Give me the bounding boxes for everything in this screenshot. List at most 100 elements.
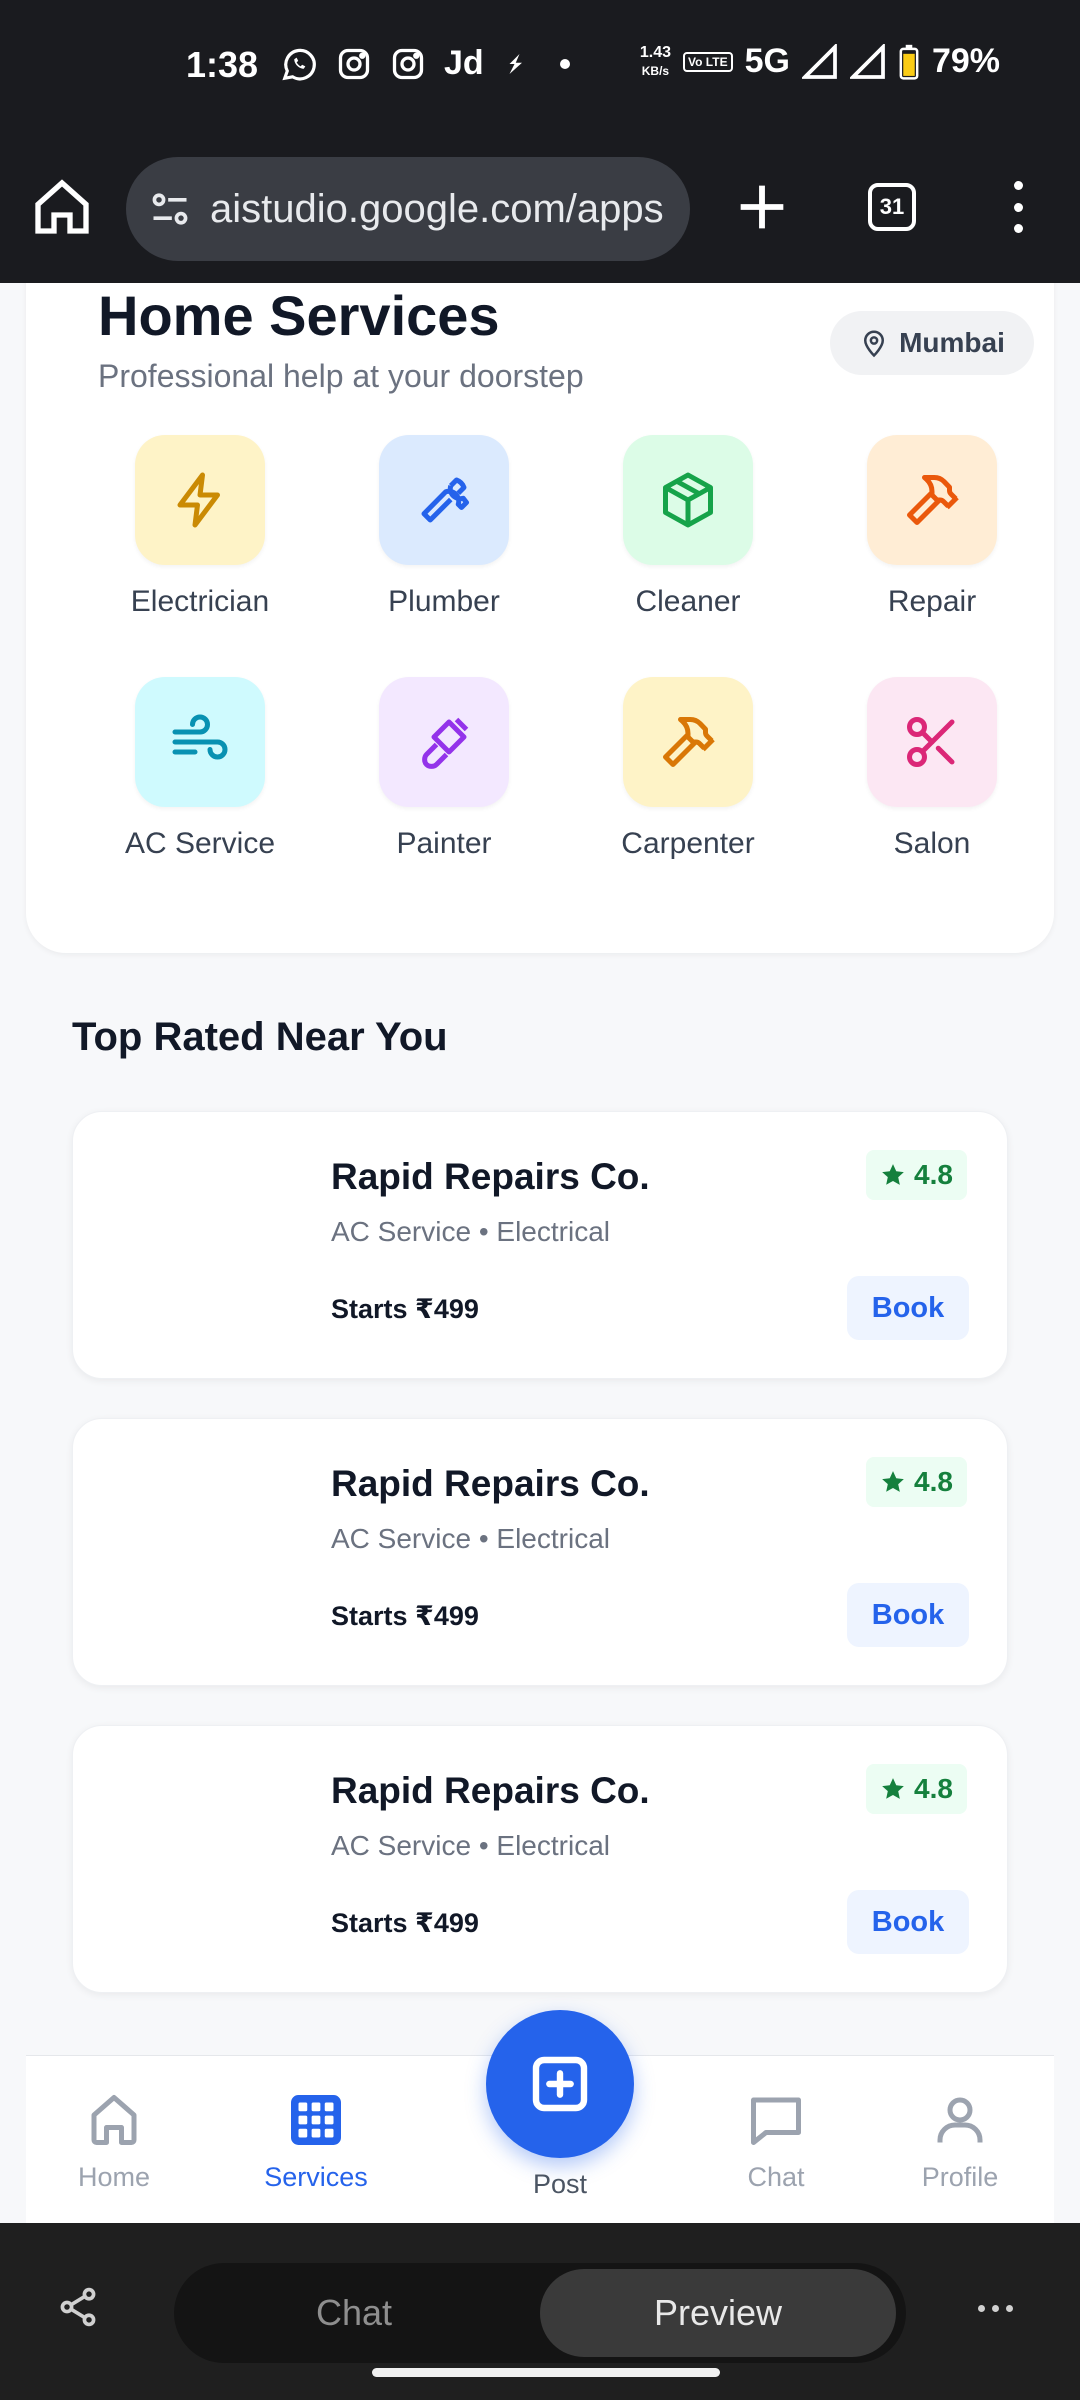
whatsapp-icon — [282, 48, 316, 80]
home-icon[interactable] — [30, 175, 94, 239]
services-card: Home Services Professional help at your … — [26, 283, 1054, 953]
signal-icon — [801, 43, 837, 79]
provider-price: Starts ₹499 — [331, 1601, 479, 1631]
more-icon[interactable] — [978, 2305, 1013, 2312]
category-tile — [867, 677, 997, 807]
browser-menu-icon[interactable] — [998, 175, 1038, 239]
category-tile — [379, 435, 509, 565]
category-salon[interactable]: Salon — [810, 677, 1054, 861]
category-label: Plumber — [388, 585, 500, 618]
new-tab-icon[interactable] — [730, 175, 794, 239]
nav-label: Chat — [747, 2162, 805, 2192]
speed-value: 1.43 — [639, 43, 672, 61]
tab-switcher-button[interactable]: 31 — [868, 183, 916, 231]
book-button[interactable]: Book — [847, 1276, 969, 1340]
bolt-icon — [177, 472, 220, 528]
status-bar: 1:38 Jd 1.43 KB/s Vo LTE 5G 79% — [0, 0, 1080, 135]
nav-label: Profile — [921, 2162, 999, 2192]
view-toggle: Chat Preview — [174, 2263, 906, 2363]
category-label: Painter — [396, 827, 492, 860]
home-indicator[interactable] — [372, 2368, 720, 2377]
home-icon — [91, 2095, 137, 2145]
star-icon — [882, 1164, 904, 1185]
provider-card[interactable]: Rapid Repairs Co. AC Service • Electrica… — [72, 1111, 1008, 1379]
location-label: Mumbai — [899, 327, 1005, 358]
provider-card[interactable]: Rapid Repairs Co. AC Service • Electrica… — [72, 1725, 1008, 1993]
category-grid: Electrician Plumber Cleaner Repair AC Se… — [78, 435, 1054, 861]
speed-unit: KB/s — [641, 63, 670, 78]
bottom-nav: Home Services Post Chat Profile — [26, 2010, 1054, 2223]
post-button[interactable] — [486, 2010, 634, 2158]
scissors-icon — [907, 717, 955, 767]
category-label: AC Service — [124, 827, 276, 860]
category-repair[interactable]: Repair — [810, 435, 1054, 619]
rating-value: 4.8 — [914, 1159, 953, 1190]
nav-chat[interactable]: Chat — [706, 2090, 846, 2193]
rating-value: 4.8 — [914, 1466, 953, 1497]
provider-price: Starts ₹499 — [331, 1294, 479, 1324]
provider-meta: AC Service • Electrical — [331, 1523, 610, 1554]
category-tile — [135, 677, 265, 807]
url-bar[interactable]: aistudio.google.com/apps — [126, 157, 690, 261]
provider-name: Rapid Repairs Co. — [331, 1770, 650, 1811]
category-label: Cleaner — [635, 585, 741, 618]
map-pin-icon — [864, 330, 885, 358]
signal-icon — [849, 43, 885, 79]
plus-square-icon — [532, 2056, 588, 2112]
wind-icon — [172, 714, 228, 760]
category-label: Carpenter — [621, 827, 755, 860]
provider-name: Rapid Repairs Co. — [331, 1156, 650, 1197]
provider-meta: AC Service • Electrical — [331, 1830, 610, 1861]
category-tile — [867, 435, 997, 565]
rating-badge: 4.8 — [866, 1457, 967, 1507]
book-button[interactable]: Book — [847, 1583, 969, 1647]
nav-label: Services — [264, 2162, 368, 2192]
category-tile — [135, 435, 265, 565]
category-carpenter[interactable]: Carpenter — [566, 677, 810, 861]
nav-label: Home — [77, 2162, 151, 2192]
category-cleaner[interactable]: Cleaner — [566, 435, 810, 619]
nav-profile[interactable]: Profile — [890, 2090, 1030, 2193]
rating-badge: 4.8 — [866, 1764, 967, 1814]
provider-card[interactable]: Rapid Repairs Co. AC Service • Electrica… — [72, 1418, 1008, 1686]
grid-icon — [291, 2095, 341, 2145]
star-icon — [882, 1778, 904, 1799]
page-title: Home Services — [98, 284, 500, 347]
category-tile — [623, 435, 753, 565]
star-icon — [882, 1471, 904, 1492]
battery-percent: 79% — [931, 42, 1000, 80]
app-page: Home Services Professional help at your … — [0, 283, 1080, 2223]
provider-price: Starts ₹499 — [331, 1908, 479, 1938]
system-status: 1.43 KB/s Vo LTE 5G 79% — [640, 42, 1000, 81]
provider-meta: AC Service • Electrical — [331, 1216, 610, 1247]
site-settings-icon[interactable] — [148, 187, 192, 231]
post-label: Post — [532, 2169, 588, 2199]
battery-icon — [899, 44, 919, 80]
box-icon — [663, 472, 713, 528]
status-time: 1:38 — [186, 44, 259, 85]
jd-icon: Jd — [444, 44, 484, 82]
notification-icons: Jd — [280, 44, 570, 83]
book-button[interactable]: Book — [847, 1890, 969, 1954]
location-selector[interactable]: Mumbai — [830, 311, 1034, 375]
category-electrician[interactable]: Electrician — [78, 435, 322, 619]
preview-tab[interactable]: Preview — [540, 2269, 896, 2357]
nav-home[interactable]: Home — [44, 2090, 184, 2193]
volte-badge: Vo LTE — [683, 51, 733, 72]
category-ac-service[interactable]: AC Service — [78, 677, 322, 861]
rating-value: 4.8 — [914, 1773, 953, 1804]
category-label: Electrician — [130, 585, 270, 618]
rating-badge: 4.8 — [866, 1150, 967, 1200]
browser-toolbar: aistudio.google.com/apps 31 — [0, 135, 1080, 283]
share-icon[interactable] — [56, 2285, 100, 2329]
user-icon — [937, 2097, 983, 2143]
category-plumber[interactable]: Plumber — [322, 435, 566, 619]
hammer-icon — [663, 716, 715, 767]
paintbrush-icon — [422, 717, 469, 769]
category-label: Repair — [887, 585, 977, 618]
nav-services[interactable]: Services — [246, 2090, 386, 2193]
hammer-icon — [907, 474, 959, 525]
chat-tab[interactable]: Chat — [174, 2263, 534, 2363]
category-label: Salon — [893, 827, 971, 860]
category-painter[interactable]: Painter — [322, 677, 566, 861]
